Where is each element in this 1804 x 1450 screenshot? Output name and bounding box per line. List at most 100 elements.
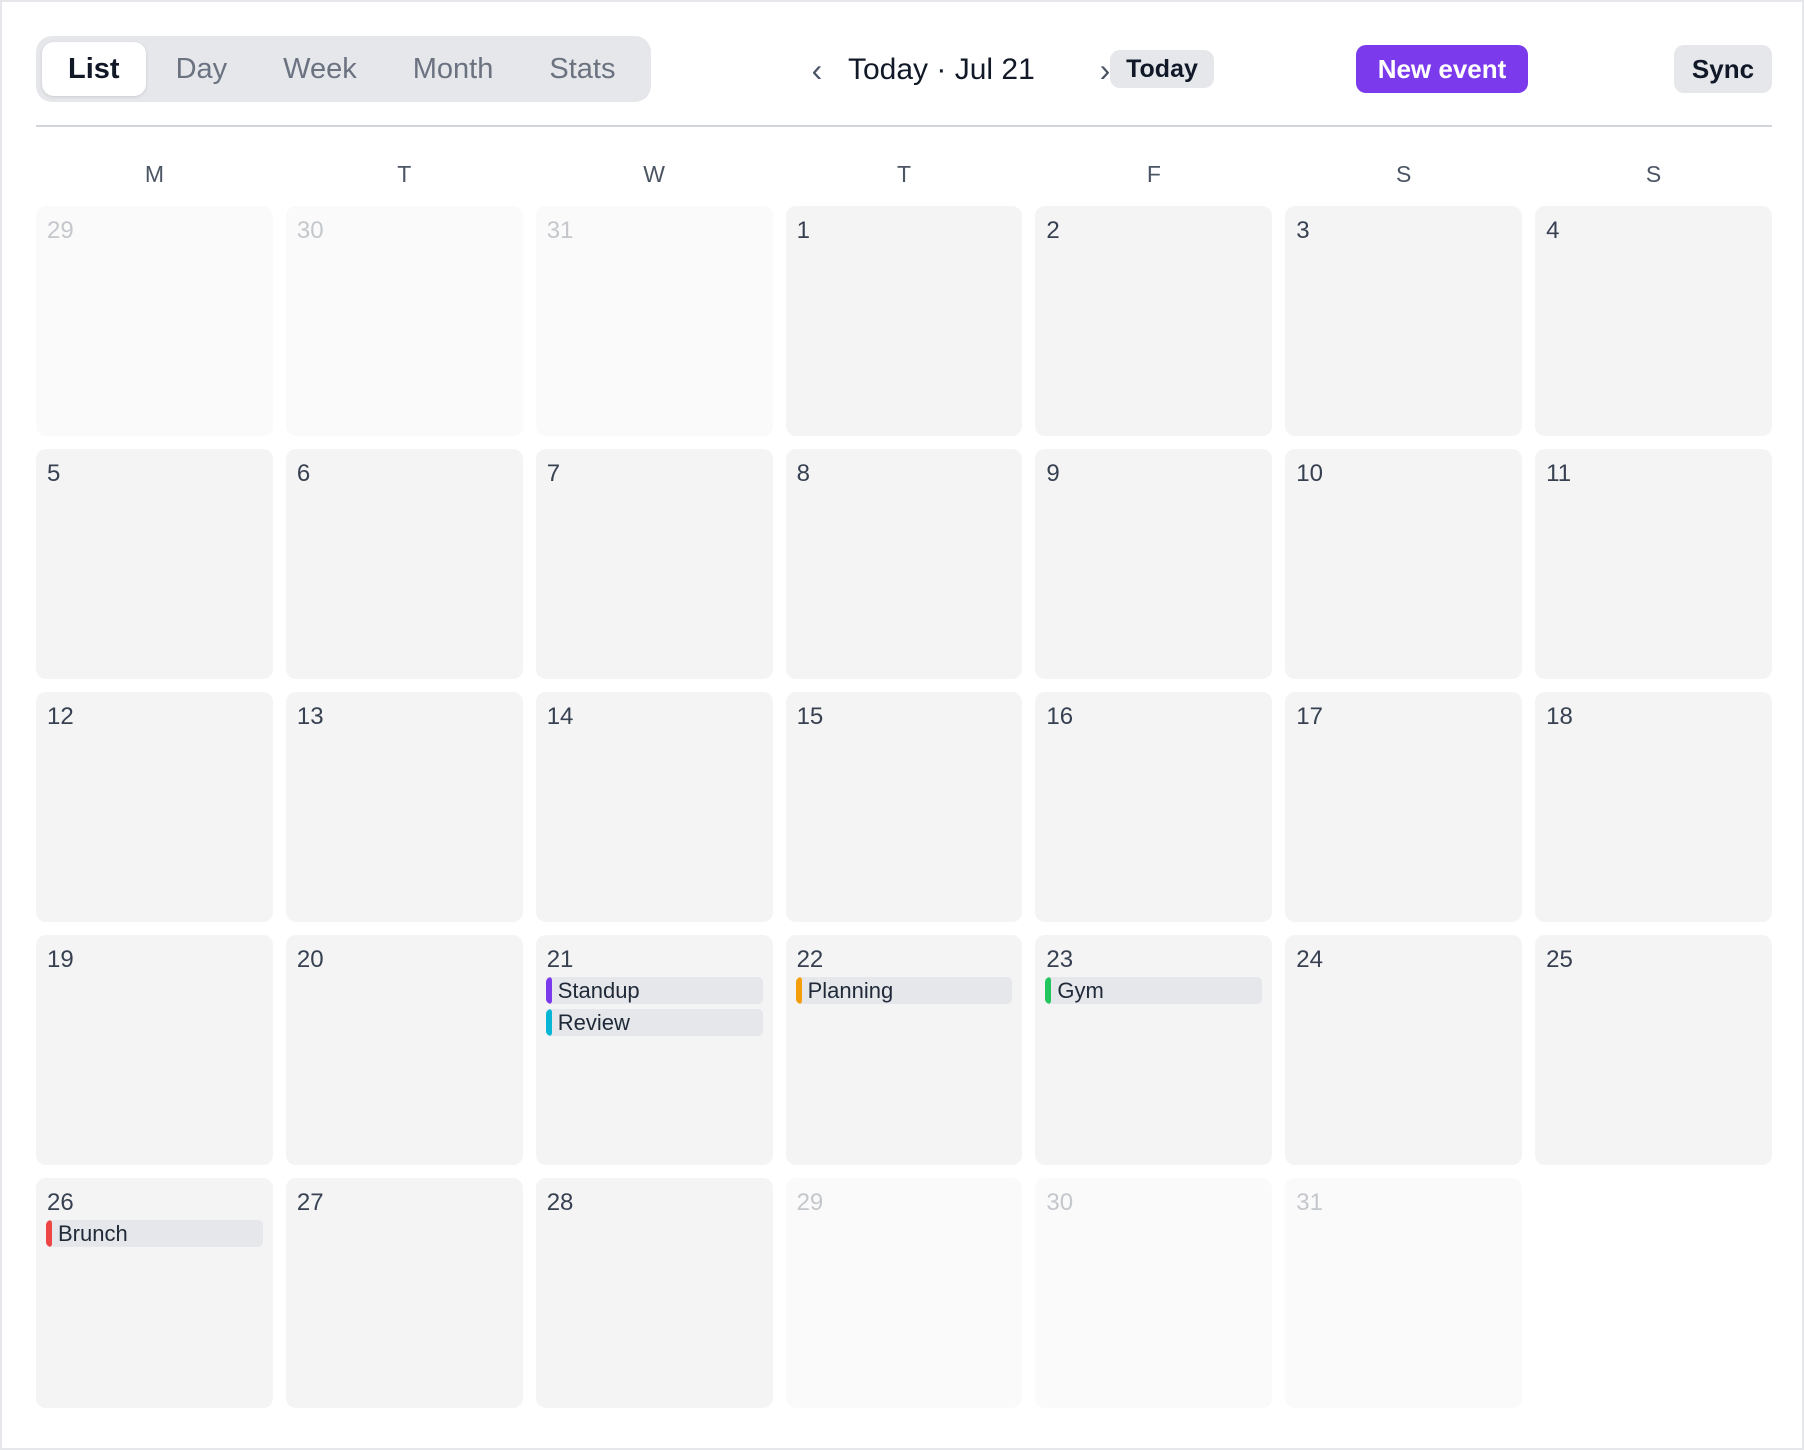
day-number: 30 [296, 217, 324, 244]
day-cell[interactable]: 29 [36, 206, 273, 436]
date-title: Today · Jul 21 [848, 53, 1035, 86]
day-cell[interactable]: 30 [285, 206, 523, 436]
day-cell[interactable]: 7 [535, 449, 773, 679]
chevron-left-icon[interactable]: ‹ [800, 48, 834, 92]
day-cell[interactable]: 14 [535, 692, 773, 922]
day-cell[interactable]: 11 [1535, 449, 1772, 679]
day-cell[interactable]: 27 [285, 1178, 523, 1408]
day-number: 2 [1046, 217, 1060, 244]
day-number: 14 [546, 703, 574, 730]
event-color-bar [545, 977, 552, 1004]
day-cell[interactable]: 22 Planning [785, 935, 1023, 1165]
event-title: Planning [807, 978, 894, 1003]
event-list: Gym [1045, 977, 1263, 1004]
event-list: Planning [795, 977, 1013, 1004]
day-number: 26 [47, 1189, 74, 1216]
tab-week[interactable]: Week [257, 42, 383, 96]
day-cell[interactable]: 23 Gym [1035, 935, 1273, 1165]
event-color-bar [795, 977, 802, 1004]
day-number: 21 [546, 946, 574, 973]
day-number: 24 [1296, 946, 1323, 973]
day-number: 13 [296, 703, 324, 730]
day-number: 3 [1296, 217, 1310, 244]
day-cell[interactable]: 30 [1035, 1178, 1273, 1408]
day-cell[interactable]: 25 [1535, 935, 1772, 1165]
day-number: 11 [1546, 460, 1572, 487]
weekday-label: W [643, 161, 665, 187]
weekday-header: MTWTFSS [36, 154, 1772, 194]
day-number: 28 [546, 1189, 574, 1216]
day-cell[interactable]: 9 [1035, 449, 1273, 679]
day-cell[interactable]: 18 [1535, 692, 1772, 922]
event-color-bar [1045, 977, 1052, 1004]
day-number: 6 [296, 460, 311, 487]
weekday-label: M [144, 161, 164, 187]
day-number: 9 [1046, 460, 1060, 487]
today-button[interactable]: Today [1110, 50, 1214, 88]
day-cell[interactable]: 17 [1285, 692, 1523, 922]
day-number: 5 [47, 460, 61, 487]
day-cell[interactable]: 3 [1285, 206, 1523, 436]
month-grid: 29 30 31 1 2 3 4 5 6 7 8 9 10 11 12 13 14 15 16 17 18 19 20 21 S… [36, 206, 1772, 1408]
day-cell[interactable]: 6 [285, 449, 523, 679]
day-number: 7 [546, 460, 561, 487]
day-cell[interactable]: 19 [36, 935, 273, 1165]
tab-list[interactable]: List [42, 42, 146, 96]
day-number: 1 [796, 217, 810, 244]
day-number: 17 [1296, 703, 1323, 730]
day-number: 15 [796, 703, 824, 730]
day-cell[interactable]: 10 [1285, 449, 1523, 679]
event-title: Brunch [58, 1221, 128, 1246]
event-chip[interactable]: Review [545, 1009, 763, 1036]
day-number: 18 [1546, 703, 1573, 730]
day-cell[interactable]: 12 [36, 692, 273, 922]
day-number: 31 [546, 217, 574, 244]
sync-button[interactable]: Sync [1674, 45, 1772, 93]
event-chip[interactable]: Standup [545, 977, 763, 1004]
app-window: List Day Week Month Stats ‹ Today · Jul … [0, 0, 1804, 1450]
toolbar-divider [36, 125, 1772, 127]
event-chip[interactable]: Gym [1045, 977, 1263, 1004]
day-cell[interactable]: 8 [785, 449, 1023, 679]
tab-month[interactable]: Month [387, 42, 520, 96]
event-chip[interactable]: Brunch [46, 1220, 263, 1247]
weekday-label: F [1146, 161, 1161, 187]
tab-stats[interactable]: Stats [523, 42, 641, 96]
day-number: 31 [1296, 1189, 1323, 1216]
day-cell[interactable]: 29 [785, 1178, 1023, 1408]
day-cell[interactable]: 16 [1035, 692, 1273, 922]
new-event-button[interactable]: New event [1356, 45, 1528, 93]
weekday-label: S [1396, 161, 1412, 187]
day-cell[interactable]: 20 [285, 935, 523, 1165]
day-cell[interactable]: 21 Standup Review [535, 935, 773, 1165]
day-number: 12 [47, 703, 74, 730]
weekday-label: T [397, 161, 412, 187]
view-switcher: List Day Week Month Stats [36, 36, 651, 102]
day-cell[interactable]: 26 Brunch [36, 1178, 273, 1408]
toolbar: List Day Week Month Stats ‹ Today · Jul … [36, 36, 1772, 102]
day-cell[interactable]: 1 [785, 206, 1023, 436]
event-color-bar [545, 1009, 552, 1036]
day-number: 30 [1046, 1189, 1074, 1216]
day-cell[interactable]: 31 [1285, 1178, 1523, 1408]
day-cell[interactable]: 31 [535, 206, 773, 436]
event-title: Standup [557, 978, 640, 1003]
tab-day[interactable]: Day [150, 42, 254, 96]
day-cell[interactable]: 24 [1285, 935, 1523, 1165]
day-cell[interactable]: 28 [535, 1178, 773, 1408]
day-cell[interactable]: 13 [285, 692, 523, 922]
day-cell[interactable]: 5 [36, 449, 273, 679]
day-cell[interactable]: 4 [1535, 206, 1772, 436]
day-cell[interactable]: 2 [1035, 206, 1273, 436]
day-cell[interactable]: 15 [785, 692, 1023, 922]
day-number: 23 [1046, 946, 1074, 973]
event-list: Brunch [46, 1220, 263, 1247]
day-number: 29 [796, 1189, 824, 1216]
event-title: Gym [1057, 978, 1104, 1003]
day-number: 27 [296, 1189, 324, 1216]
day-number: 8 [796, 460, 810, 487]
day-number: 4 [1546, 217, 1560, 244]
weekday-label: T [896, 161, 912, 187]
day-number: 19 [47, 946, 74, 973]
event-chip[interactable]: Planning [795, 977, 1013, 1004]
